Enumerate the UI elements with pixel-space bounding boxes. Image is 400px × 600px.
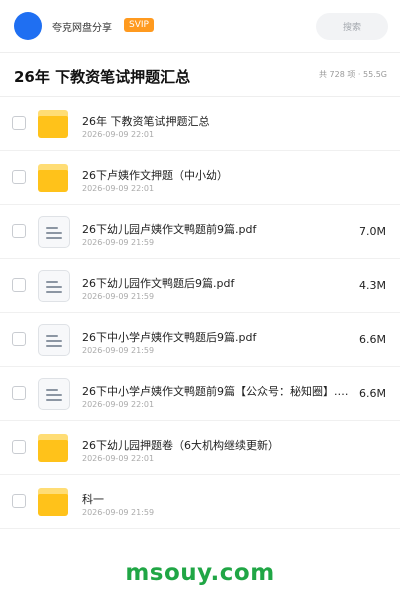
document-icon	[38, 270, 70, 302]
file-date: 2026-09-09 21:59	[82, 508, 155, 517]
document-icon	[38, 378, 70, 410]
search-label: 搜索	[342, 23, 361, 33]
file-name: 26下中小学卢姨作文鸭题后9篇.pdf	[82, 331, 257, 344]
file-name: 26年 下教资笔试押题汇总	[82, 115, 210, 128]
select-checkbox[interactable]	[12, 170, 26, 184]
list-item[interactable]: 26下卢姨作文押题（中小幼） 2026-09-09 22:01	[0, 151, 400, 205]
folder-icon	[38, 108, 70, 140]
folder-icon	[38, 432, 70, 464]
file-size: 7.0M	[359, 225, 386, 238]
folder-header: 26年 下教资笔试押题汇总 共 728 项 · 55.5G	[0, 53, 400, 97]
file-date: 2026-09-09 22:01	[82, 130, 155, 139]
select-checkbox[interactable]	[12, 494, 26, 508]
file-date: 2026-09-09 21:59	[82, 292, 155, 301]
top-bar: 夸克网盘分享 SVIP 搜索	[0, 0, 400, 52]
folder-icon	[38, 486, 70, 518]
file-date: 2026-09-09 21:59	[82, 238, 155, 247]
file-name: 26下卢姨作文押题（中小幼）	[82, 169, 228, 182]
file-size: 6.6M	[359, 333, 386, 346]
share-title: 夸克网盘分享	[52, 23, 112, 34]
file-date: 2026-09-09 22:01	[82, 400, 155, 409]
file-name: 26下中小学卢姨作文鸭题前9篇【公众号：秘知圈】.pdf	[82, 385, 352, 398]
select-checkbox[interactable]	[12, 386, 26, 400]
folder-title: 26年 下教资笔试押题汇总	[14, 68, 191, 86]
file-name: 26下幼儿园卢姨作文鸭题前9篇.pdf	[82, 223, 257, 236]
avatar[interactable]	[14, 12, 42, 40]
file-name: 26下幼儿园押题卷（6大机构继续更新）	[82, 439, 279, 452]
list-item[interactable]: 26下幼儿园卢姨作文鸭题前9篇.pdf 2026-09-09 21:59 7.0…	[0, 205, 400, 259]
file-list: 26年 下教资笔试押题汇总 2026-09-09 22:01 26下卢姨作文押题…	[0, 97, 400, 529]
file-name: 26下幼儿园作文鸭题后9篇.pdf	[82, 277, 235, 290]
document-icon	[38, 324, 70, 356]
file-date: 2026-09-09 22:01	[82, 454, 155, 463]
list-item[interactable]: 26下幼儿园作文鸭题后9篇.pdf 2026-09-09 21:59 4.3M	[0, 259, 400, 313]
select-checkbox[interactable]	[12, 278, 26, 292]
document-icon	[38, 216, 70, 248]
file-name: 科一	[82, 493, 104, 506]
select-checkbox[interactable]	[12, 440, 26, 454]
list-item[interactable]: 26下幼儿园押题卷（6大机构继续更新） 2026-09-09 22:01	[0, 421, 400, 475]
list-item[interactable]: 26年 下教资笔试押题汇总 2026-09-09 22:01	[0, 97, 400, 151]
folder-meta: 共 728 项 · 55.5G	[319, 70, 387, 79]
select-checkbox[interactable]	[12, 332, 26, 346]
watermark: msouy.com	[125, 560, 275, 586]
folder-icon	[38, 162, 70, 194]
file-size: 4.3M	[359, 279, 386, 292]
file-size: 6.6M	[359, 387, 386, 400]
file-date: 2026-09-09 22:01	[82, 184, 155, 193]
select-checkbox[interactable]	[12, 224, 26, 238]
select-checkbox[interactable]	[12, 116, 26, 130]
list-item[interactable]: 26下中小学卢姨作文鸭题后9篇.pdf 2026-09-09 21:59 6.6…	[0, 313, 400, 367]
svip-badge: SVIP	[124, 18, 154, 32]
list-item[interactable]: 26下中小学卢姨作文鸭题前9篇【公众号：秘知圈】.pdf 2026-09-09 …	[0, 367, 400, 421]
file-date: 2026-09-09 21:59	[82, 346, 155, 355]
search-button[interactable]: 搜索	[316, 13, 388, 40]
list-item[interactable]: 科一 2026-09-09 21:59	[0, 475, 400, 529]
